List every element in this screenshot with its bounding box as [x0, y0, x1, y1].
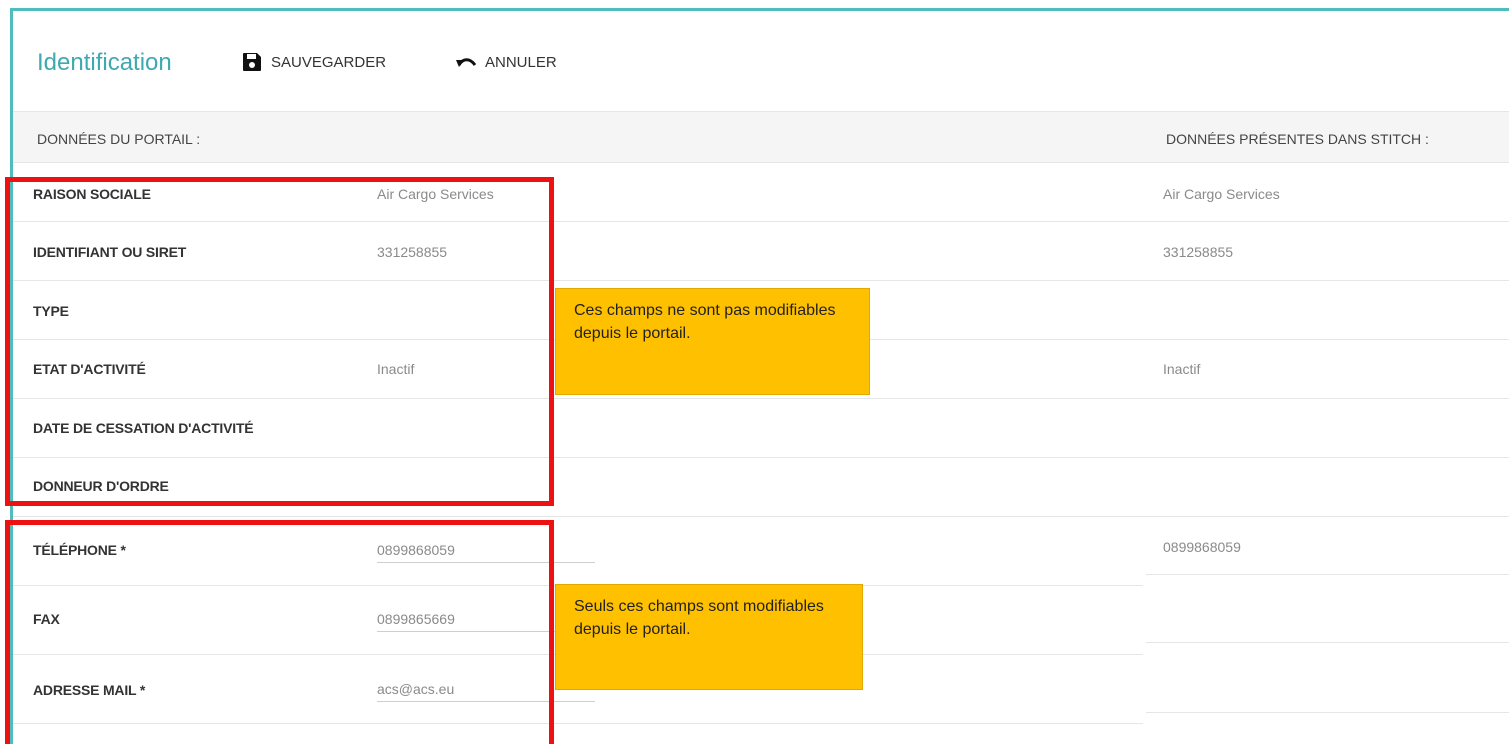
- editable-fields-highlight: [5, 520, 554, 744]
- row-divider: [1146, 574, 1509, 575]
- readonly-fields-highlight: [5, 177, 554, 506]
- stitch-value: Inactif: [1163, 361, 1201, 377]
- row-divider: [1146, 712, 1509, 713]
- stitch-value: Air Cargo Services: [1163, 186, 1280, 202]
- stitch-data-header: DONNÉES PRÉSENTES DANS STITCH :: [1166, 131, 1429, 147]
- cancel-button-label: ANNULER: [485, 53, 557, 71]
- portal-data-header: DONNÉES DU PORTAIL :: [37, 131, 201, 147]
- page-title: Identification: [37, 49, 172, 76]
- stitch-value: 331258855: [1163, 244, 1234, 260]
- editable-note: Seuls ces champs sont modifiables depuis…: [555, 584, 863, 690]
- readonly-note: Ces champs ne sont pas modifiables depui…: [555, 288, 870, 395]
- stitch-value: 0899868059: [1163, 539, 1241, 555]
- save-icon: [243, 53, 261, 71]
- save-button[interactable]: SAUVEGARDER: [241, 51, 386, 73]
- cancel-button[interactable]: ANNULER: [455, 51, 557, 73]
- undo-icon: [456, 58, 477, 67]
- save-button-label: SAUVEGARDER: [271, 53, 387, 71]
- toolbar: Identification SAUVEGARDER ANNULER: [13, 11, 1509, 112]
- section-header: DONNÉES DU PORTAIL : DONNÉES PRÉSENTES D…: [13, 112, 1509, 163]
- row-divider: [1146, 642, 1509, 643]
